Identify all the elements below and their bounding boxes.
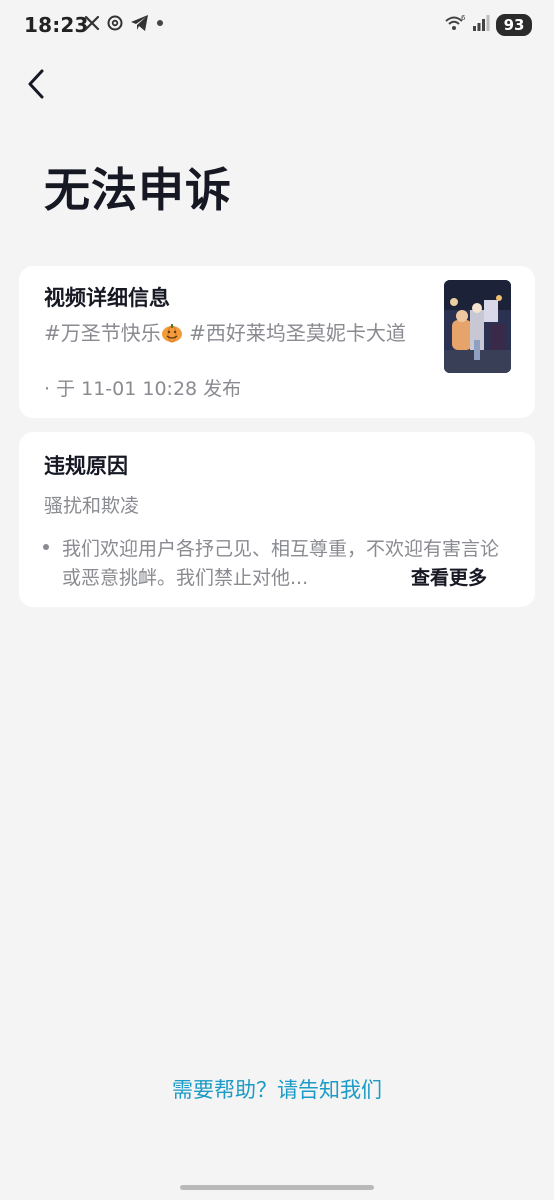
page-title: 无法申诉 xyxy=(44,163,232,217)
x-icon xyxy=(84,15,100,31)
pumpkin-icon xyxy=(161,324,182,343)
svg-text:6: 6 xyxy=(461,14,466,22)
chevron-left-icon xyxy=(28,69,44,99)
help-link[interactable]: 需要帮助？请告知我们 xyxy=(0,1074,554,1104)
thumbnail-image xyxy=(444,280,511,373)
video-description: #万圣节快乐 #西好莱坞圣莫妮卡大道 xyxy=(44,318,424,348)
status-bar: 18:23 6 93 xyxy=(0,0,554,52)
telegram-icon xyxy=(130,14,150,32)
wifi-icon: 6 xyxy=(444,14,466,36)
video-publish-time: · 于 11-01 10:28 发布 xyxy=(44,378,242,400)
status-time: 18:23 xyxy=(24,13,89,37)
video-card-title: 视频详细信息 xyxy=(44,286,170,310)
video-thumbnail[interactable] xyxy=(444,280,511,373)
status-system-icons: 6 93 xyxy=(444,14,532,36)
home-indicator[interactable] xyxy=(180,1185,374,1190)
bullet-icon xyxy=(43,544,49,550)
dot-icon xyxy=(156,19,164,27)
violation-reason: 骚扰和欺凌 xyxy=(44,495,140,517)
status-notification-icons xyxy=(84,14,164,32)
threads-icon xyxy=(106,14,124,32)
battery-indicator: 93 xyxy=(496,14,532,36)
see-more-button[interactable]: 查看更多 xyxy=(411,564,487,593)
video-hashtag-location: #西好莱坞圣莫妮卡大道 xyxy=(182,321,406,345)
signal-icon xyxy=(472,14,490,36)
violation-card-title: 违规原因 xyxy=(44,454,128,478)
video-hashtag-halloween: #万圣节快乐 xyxy=(44,321,161,345)
back-button[interactable] xyxy=(18,64,54,104)
